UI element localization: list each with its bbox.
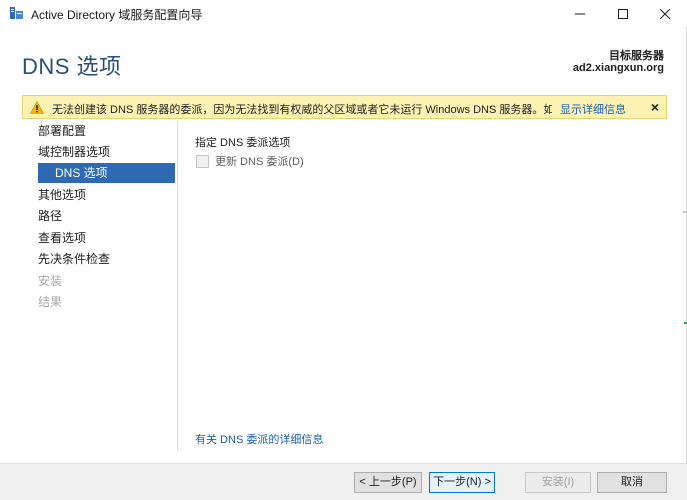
minimize-icon bbox=[575, 13, 585, 14]
warning-close-icon[interactable]: × bbox=[646, 98, 664, 116]
minimize-button[interactable] bbox=[557, 0, 603, 27]
close-button[interactable] bbox=[642, 0, 687, 27]
nav-item: 安装 bbox=[38, 274, 63, 288]
update-dns-delegation-label[interactable]: 更新 DNS 委派(D) bbox=[215, 153, 304, 169]
wizard-nav: 部署配置 域控制器选项 DNS 选项 其他选项 路径 查看选项 先决条件检查安装结果 bbox=[22, 121, 177, 451]
title-bar: Active Directory 域服务配置向导 bbox=[0, 0, 687, 27]
warning-bar: 无法创建该 DNS 服务器的委派，因为无法找到有权威的父区域或者它未运行 Win… bbox=[22, 95, 667, 119]
warning-message: 无法创建该 DNS 服务器的委派，因为无法找到有权威的父区域或者它未运行 Win… bbox=[52, 104, 552, 116]
install-button[interactable]: 安装(I) bbox=[525, 472, 591, 493]
nav-item[interactable]: 查看选项 bbox=[38, 228, 86, 248]
cancel-button[interactable]: 取消 bbox=[597, 472, 667, 493]
window-title: Active Directory 域服务配置向导 bbox=[31, 8, 203, 22]
maximize-icon bbox=[618, 8, 628, 19]
nav-item[interactable]: DNS 选项 bbox=[38, 163, 175, 183]
server-manager-icon bbox=[10, 7, 23, 19]
next-button[interactable]: 下一步(N) > bbox=[429, 472, 495, 493]
target-server-label: 目标服务器 bbox=[609, 50, 664, 62]
nav-item[interactable]: 其他选项 bbox=[38, 185, 86, 205]
show-details-link[interactable]: 显示详细信息 bbox=[560, 101, 626, 117]
wizard-window: Active Directory 域服务配置向导 DNS 选项 目标服务器 ad… bbox=[0, 0, 687, 500]
footer-bar: < 上一步(P) 下一步(N) > 安装(I) 取消 bbox=[0, 463, 687, 500]
previous-button[interactable]: < 上一步(P) bbox=[354, 472, 422, 493]
update-dns-delegation-checkbox[interactable] bbox=[196, 154, 209, 168]
nav-item[interactable]: 域控制器选项 bbox=[38, 142, 110, 162]
page-title: DNS 选项 bbox=[22, 54, 122, 79]
warning-icon bbox=[30, 101, 44, 114]
nav-item: 结果 bbox=[38, 295, 63, 309]
maximize-button[interactable] bbox=[600, 0, 646, 27]
nav-divider bbox=[177, 121, 178, 451]
window-edge-mark bbox=[683, 211, 687, 213]
update-dns-delegation-row[interactable]: 更新 DNS 委派(D) bbox=[196, 154, 304, 168]
dns-delegation-heading: 指定 DNS 委派选项 bbox=[195, 137, 291, 149]
dns-delegation-info-link[interactable]: 有关 DNS 委派的详细信息 bbox=[195, 431, 323, 447]
close-icon bbox=[660, 8, 670, 19]
nav-item[interactable]: 路径 bbox=[38, 206, 62, 226]
nav-item[interactable]: 部署配置 bbox=[38, 121, 86, 141]
target-server-name: ad2.xiangxun.org bbox=[572, 62, 664, 74]
nav-item[interactable]: 先决条件检查 bbox=[38, 249, 110, 269]
